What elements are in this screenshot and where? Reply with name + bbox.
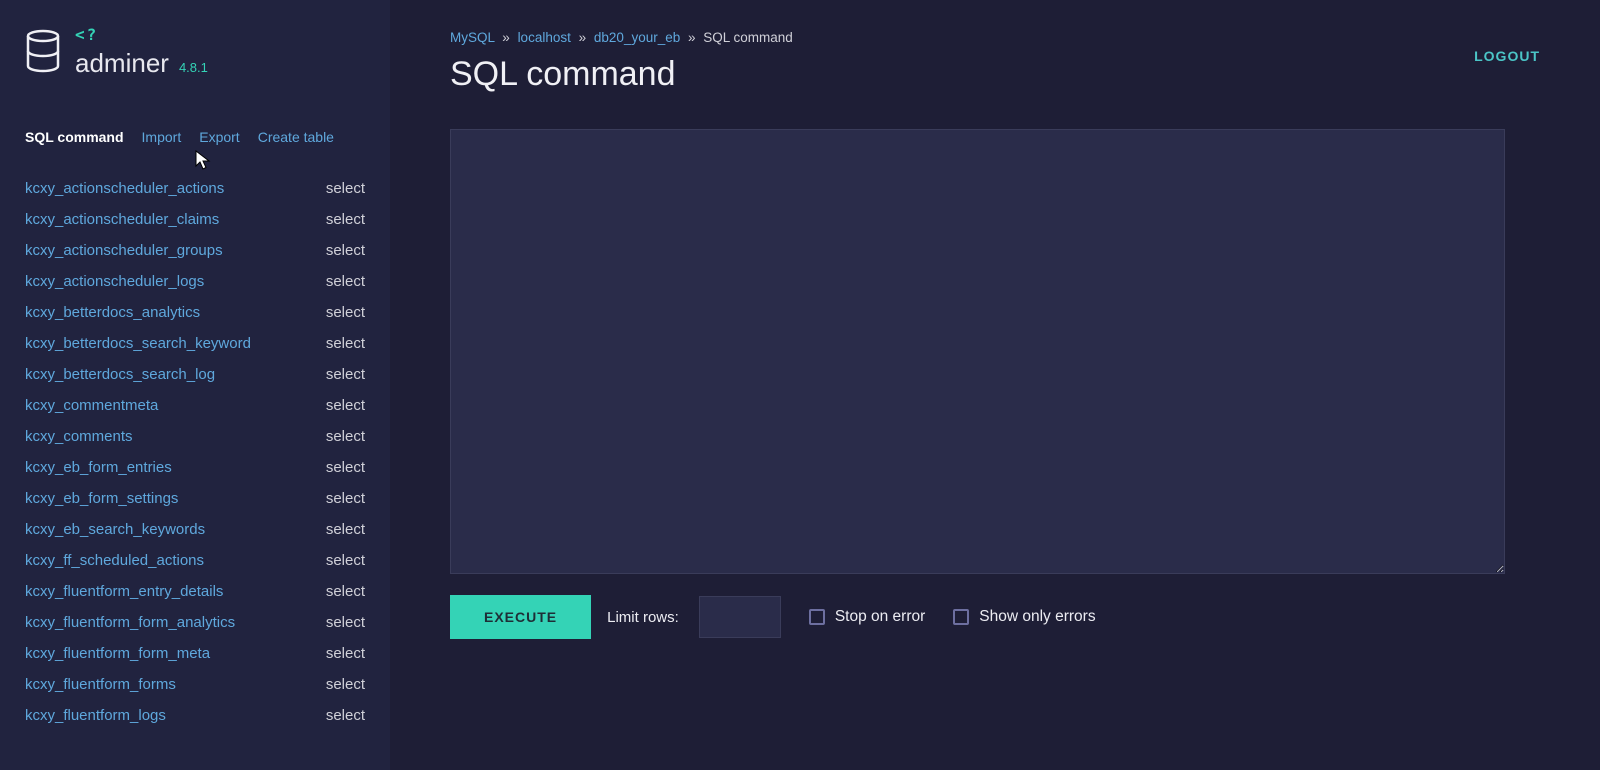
table-row: kcxy_betterdocs_search_keyword select bbox=[25, 328, 365, 359]
table-row: kcxy_comments select bbox=[25, 421, 365, 452]
table-select-link[interactable]: select bbox=[326, 645, 365, 662]
table-row: kcxy_betterdocs_analytics select bbox=[25, 297, 365, 328]
breadcrumb-sep: » bbox=[502, 30, 510, 45]
table-name-link[interactable]: kcxy_betterdocs_search_log bbox=[25, 366, 215, 383]
breadcrumb-db[interactable]: db20_your_eb bbox=[594, 30, 680, 45]
sidebar-nav-create-table[interactable]: Create table bbox=[258, 129, 334, 145]
table-select-link[interactable]: select bbox=[326, 490, 365, 507]
table-row: kcxy_ff_scheduled_actions select bbox=[25, 545, 365, 576]
logo-code-hint: <? bbox=[75, 25, 208, 44]
execute-button[interactable]: EXECUTE bbox=[450, 595, 591, 639]
logo-version: 4.8.1 bbox=[179, 60, 208, 75]
table-select-link[interactable]: select bbox=[326, 397, 365, 414]
table-name-link[interactable]: kcxy_actionscheduler_actions bbox=[25, 180, 224, 197]
table-name-link[interactable]: kcxy_actionscheduler_claims bbox=[25, 211, 219, 228]
table-select-link[interactable]: select bbox=[326, 521, 365, 538]
table-name-link[interactable]: kcxy_fluentform_form_analytics bbox=[25, 614, 235, 631]
breadcrumb-server[interactable]: localhost bbox=[518, 30, 571, 45]
table-name-link[interactable]: kcxy_eb_form_entries bbox=[25, 459, 172, 476]
sidebar: <? adminer 4.8.1 SQL command Import Expo… bbox=[0, 0, 390, 770]
database-icon bbox=[25, 28, 61, 76]
table-name-link[interactable]: kcxy_fluentform_form_meta bbox=[25, 645, 210, 662]
table-select-link[interactable]: select bbox=[326, 242, 365, 259]
table-name-link[interactable]: kcxy_betterdocs_search_keyword bbox=[25, 335, 251, 352]
table-select-link[interactable]: select bbox=[326, 459, 365, 476]
logout-button[interactable]: LOGOUT bbox=[1474, 48, 1540, 64]
table-row: kcxy_betterdocs_search_log select bbox=[25, 359, 365, 390]
limit-rows-input[interactable] bbox=[699, 596, 781, 638]
table-name-link[interactable]: kcxy_commentmeta bbox=[25, 397, 158, 414]
table-select-link[interactable]: select bbox=[326, 180, 365, 197]
table-select-link[interactable]: select bbox=[326, 335, 365, 352]
table-row: kcxy_fluentform_logs select bbox=[25, 700, 365, 731]
main: MySQL » localhost » db20_your_eb » SQL c… bbox=[390, 0, 1600, 770]
table-row: kcxy_actionscheduler_actions select bbox=[25, 173, 365, 204]
table-select-link[interactable]: select bbox=[326, 304, 365, 321]
table-name-link[interactable]: kcxy_eb_search_keywords bbox=[25, 521, 205, 538]
logo: <? adminer 4.8.1 bbox=[25, 25, 365, 79]
table-row: kcxy_fluentform_form_analytics select bbox=[25, 607, 365, 638]
table-name-link[interactable]: kcxy_fluentform_logs bbox=[25, 707, 166, 724]
breadcrumb-page: SQL command bbox=[703, 30, 793, 45]
table-row: kcxy_commentmeta select bbox=[25, 390, 365, 421]
table-row: kcxy_actionscheduler_claims select bbox=[25, 204, 365, 235]
stop-on-error-label: Stop on error bbox=[835, 608, 925, 626]
table-name-link[interactable]: kcxy_eb_form_settings bbox=[25, 490, 178, 507]
show-only-errors-label: Show only errors bbox=[979, 608, 1095, 626]
sidebar-nav: SQL command Import Export Create table bbox=[25, 129, 365, 145]
controls: EXECUTE Limit rows: Stop on error Show o… bbox=[450, 595, 1555, 639]
table-select-link[interactable]: select bbox=[326, 583, 365, 600]
table-name-link[interactable]: kcxy_ff_scheduled_actions bbox=[25, 552, 204, 569]
sidebar-nav-export[interactable]: Export bbox=[199, 129, 239, 145]
tables-list: kcxy_actionscheduler_actionsselectkcxy_a… bbox=[25, 173, 365, 770]
app: <? adminer 4.8.1 SQL command Import Expo… bbox=[0, 0, 1600, 770]
table-row: kcxy_actionscheduler_logs select bbox=[25, 266, 365, 297]
table-select-link[interactable]: select bbox=[326, 211, 365, 228]
table-row: kcxy_eb_form_entries select bbox=[25, 452, 365, 483]
sidebar-nav-import[interactable]: Import bbox=[142, 129, 182, 145]
limit-rows-label: Limit rows: bbox=[607, 609, 679, 626]
table-name-link[interactable]: kcxy_actionscheduler_logs bbox=[25, 273, 204, 290]
table-name-link[interactable]: kcxy_comments bbox=[25, 428, 133, 445]
table-row: kcxy_fluentform_form_meta select bbox=[25, 638, 365, 669]
table-name-link[interactable]: kcxy_betterdocs_analytics bbox=[25, 304, 200, 321]
table-row: kcxy_fluentform_forms select bbox=[25, 669, 365, 700]
table-row: kcxy_eb_form_settings select bbox=[25, 483, 365, 514]
table-select-link[interactable]: select bbox=[326, 707, 365, 724]
page-title: SQL command bbox=[450, 55, 1555, 94]
table-select-link[interactable]: select bbox=[326, 273, 365, 290]
table-row: kcxy_actionscheduler_groups select bbox=[25, 235, 365, 266]
table-select-link[interactable]: select bbox=[326, 366, 365, 383]
table-name-link[interactable]: kcxy_fluentform_forms bbox=[25, 676, 176, 693]
show-only-errors-wrap[interactable]: Show only errors bbox=[953, 608, 1095, 626]
breadcrumb-sep: » bbox=[688, 30, 696, 45]
show-only-errors-checkbox[interactable] bbox=[953, 609, 969, 625]
table-select-link[interactable]: select bbox=[326, 552, 365, 569]
stop-on-error-wrap[interactable]: Stop on error bbox=[809, 608, 925, 626]
table-row: kcxy_eb_search_keywords select bbox=[25, 514, 365, 545]
logo-brand: adminer bbox=[75, 48, 169, 79]
table-select-link[interactable]: select bbox=[326, 676, 365, 693]
table-select-link[interactable]: select bbox=[326, 428, 365, 445]
table-row: kcxy_fluentform_entry_details select bbox=[25, 576, 365, 607]
table-name-link[interactable]: kcxy_actionscheduler_groups bbox=[25, 242, 223, 259]
breadcrumb: MySQL » localhost » db20_your_eb » SQL c… bbox=[450, 30, 1555, 45]
breadcrumb-driver[interactable]: MySQL bbox=[450, 30, 495, 45]
table-name-link[interactable]: kcxy_fluentform_entry_details bbox=[25, 583, 223, 600]
stop-on-error-checkbox[interactable] bbox=[809, 609, 825, 625]
breadcrumb-sep: » bbox=[579, 30, 587, 45]
table-select-link[interactable]: select bbox=[326, 614, 365, 631]
sql-command-textarea[interactable] bbox=[450, 129, 1505, 574]
sidebar-nav-sql-command[interactable]: SQL command bbox=[25, 129, 124, 145]
